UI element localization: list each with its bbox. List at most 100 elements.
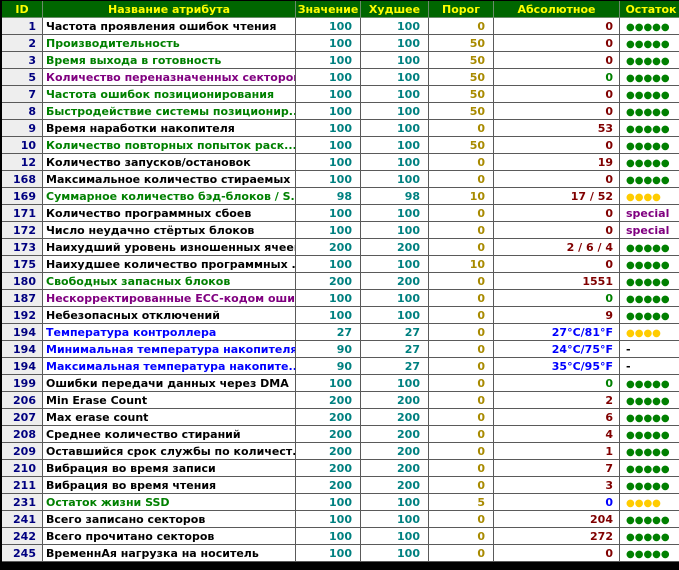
attr-name-cell: Максимальное количество стираемых ... <box>43 171 296 188</box>
attr-threshold-cell: 5 <box>429 494 494 511</box>
table-row[interactable]: 194 Максимальная температура накопите... 9… <box>2 358 679 375</box>
attr-remaining-cell: ●●●●● <box>620 528 679 545</box>
attr-value-cell: 100 <box>296 69 361 86</box>
health-dots-warning-icon: ●●●● <box>626 327 661 339</box>
health-dots-icon: ●●●●● <box>626 429 670 441</box>
attr-remaining-cell: ●●●●● <box>620 511 679 528</box>
attr-worst-cell: 100 <box>361 18 429 35</box>
attr-value-cell: 100 <box>296 494 361 511</box>
health-dots-icon: ●●●●● <box>626 174 670 186</box>
no-value-dash: - <box>626 359 631 373</box>
attr-threshold-cell: 50 <box>429 86 494 103</box>
attr-absolute-cell: 0 <box>494 494 620 511</box>
attr-worst-cell: 100 <box>361 120 429 137</box>
health-dots-icon: ●●●●● <box>626 106 670 118</box>
attr-id-cell: 194 <box>2 324 43 341</box>
attr-worst-cell: 100 <box>361 256 429 273</box>
table-row[interactable]: 7 Частота ошибок позиционирования 100 100 50… <box>2 86 679 103</box>
table-row[interactable]: 241 Всего записано секторов 100 100 0 204 ●●●●… <box>2 511 679 528</box>
table-row[interactable]: 192 Небезопасных отключений 100 100 0 9 ●●●●● <box>2 307 679 324</box>
attr-id-cell: 2 <box>2 35 43 52</box>
attr-remaining-cell: ●●●●● <box>620 409 679 426</box>
table-row[interactable]: 169 Суммарное количество бэд-блоков / S..… <box>2 188 679 205</box>
table-row[interactable]: 8 Быстродействие системы позиционир... 100… <box>2 103 679 120</box>
attr-worst-cell: 100 <box>361 375 429 392</box>
attr-absolute-cell: 0 <box>494 103 620 120</box>
attr-absolute-cell: 0 <box>494 137 620 154</box>
attr-threshold-cell: 0 <box>429 341 494 358</box>
attr-id-cell: 211 <box>2 477 43 494</box>
table-row[interactable]: 209 Оставшийся срок службы по количест...… <box>2 443 679 460</box>
attr-worst-cell: 100 <box>361 137 429 154</box>
table-row[interactable]: 211 Вибрация во время чтения 200 200 0 3 ●●●●● <box>2 477 679 494</box>
attr-value-cell: 100 <box>296 222 361 239</box>
table-row[interactable]: 194 Минимальная температура накопителя 90 2… <box>2 341 679 358</box>
attr-value-cell: 100 <box>296 171 361 188</box>
attr-threshold-cell: 0 <box>429 120 494 137</box>
table-row[interactable]: 173 Наихудший уровень изношенных ячеек 200… <box>2 239 679 256</box>
attr-worst-cell: 100 <box>361 69 429 86</box>
attr-id-cell: 175 <box>2 256 43 273</box>
attr-threshold-cell: 10 <box>429 188 494 205</box>
table-row[interactable]: 2 Производительность 100 100 50 0 ●●●●● <box>2 35 679 52</box>
attr-worst-cell: 200 <box>361 443 429 460</box>
table-row[interactable]: 5 Количество переназначенных секторов 100 1… <box>2 69 679 86</box>
attr-worst-cell: 100 <box>361 545 429 562</box>
health-dots-icon: ●●●●● <box>626 310 670 322</box>
header-id[interactable]: ID <box>2 1 43 18</box>
header-threshold[interactable]: Порог <box>429 1 494 18</box>
table-row[interactable]: 10 Количество повторных попыток раск... 10… <box>2 137 679 154</box>
attr-absolute-cell: 0 <box>494 69 620 86</box>
table-row[interactable]: 171 Количество программных сбоев 100 100 0 0 s… <box>2 205 679 222</box>
attr-absolute-cell: 17 / 52 <box>494 188 620 205</box>
header-absolute[interactable]: Абсолютное <box>494 1 620 18</box>
table-row[interactable]: 1 Частота проявления ошибок чтения 100 100 0… <box>2 18 679 35</box>
table-row[interactable]: 231 Остаток жизни SSD 100 100 5 0 ●●●● <box>2 494 679 511</box>
attr-id-cell: 194 <box>2 358 43 375</box>
attr-remaining-cell: ●●●●● <box>620 52 679 69</box>
table-row[interactable]: 172 Число неудачно стёртых блоков 100 100 0 0… <box>2 222 679 239</box>
attr-id-cell: 10 <box>2 137 43 154</box>
table-row[interactable]: 242 Всего прочитано секторов 100 100 0 272 ●●●… <box>2 528 679 545</box>
attr-remaining-cell: ●●●● <box>620 324 679 341</box>
attr-threshold-cell: 0 <box>429 460 494 477</box>
attr-absolute-cell: 3 <box>494 477 620 494</box>
header-worst[interactable]: Худшее <box>361 1 429 18</box>
health-dots-icon: ●●●●● <box>626 55 670 67</box>
attr-absolute-cell: 24°C/75°F <box>494 341 620 358</box>
table-row[interactable]: 3 Время выхода в готовность 100 100 50 0 ●●●●● <box>2 52 679 69</box>
header-remaining[interactable]: Остаток <box>620 1 679 18</box>
table-row[interactable]: 199 Ошибки передачи данных через DMA 100 10… <box>2 375 679 392</box>
attr-name-cell: Количество переназначенных секторов <box>43 69 296 86</box>
table-row[interactable]: 208 Среднее количество стираний 200 200 0 4 ●●… <box>2 426 679 443</box>
table-row[interactable]: 194 Температура контроллера 27 27 0 27°C/81°F… <box>2 324 679 341</box>
attr-value-cell: 100 <box>296 511 361 528</box>
table-body: 1 Частота проявления ошибок чтения 100 100 0… <box>2 18 679 562</box>
attr-id-cell: 206 <box>2 392 43 409</box>
table-row[interactable]: 9 Время наработки накопителя 100 100 0 53 ●●●●… <box>2 120 679 137</box>
attr-remaining-cell: ●●●●● <box>620 477 679 494</box>
attr-id-cell: 12 <box>2 154 43 171</box>
header-name[interactable]: Название атрибута <box>43 1 296 18</box>
table-row[interactable]: 245 ВременнАя нагрузка на носитель 100 100 0… <box>2 545 679 562</box>
table-row[interactable]: 168 Максимальное количество стираемых ...… <box>2 171 679 188</box>
table-row[interactable]: 175 Наихудшее количество программных ... 1… <box>2 256 679 273</box>
table-row[interactable]: 206 Min Erase Count 200 200 0 2 ●●●●● <box>2 392 679 409</box>
attr-name-cell: Максимальная температура накопите... <box>43 358 296 375</box>
table-row[interactable]: 207 Max erase count 200 200 0 6 ●●●●● <box>2 409 679 426</box>
attr-threshold-cell: 0 <box>429 222 494 239</box>
health-dots-icon: ●●●●● <box>626 548 670 560</box>
attr-id-cell: 172 <box>2 222 43 239</box>
attr-remaining-cell: ●●●●● <box>620 120 679 137</box>
attr-threshold-cell: 0 <box>429 409 494 426</box>
attr-value-cell: 100 <box>296 154 361 171</box>
attr-name-cell: Наихудший уровень изношенных ячеек <box>43 239 296 256</box>
attr-remaining-cell: ●●●●● <box>620 86 679 103</box>
attr-worst-cell: 100 <box>361 290 429 307</box>
table-row[interactable]: 210 Вибрация во время записи 200 200 0 7 ●●●●● <box>2 460 679 477</box>
table-row[interactable]: 12 Количество запусков/остановок 100 100 0 19… <box>2 154 679 171</box>
table-row[interactable]: 180 Свободных запасных блоков 200 200 0 1551 ●… <box>2 273 679 290</box>
header-value[interactable]: Значение <box>296 1 361 18</box>
attr-absolute-cell: 0 <box>494 86 620 103</box>
table-row[interactable]: 187 Нескорректированные ECC-кодом оши... 1… <box>2 290 679 307</box>
